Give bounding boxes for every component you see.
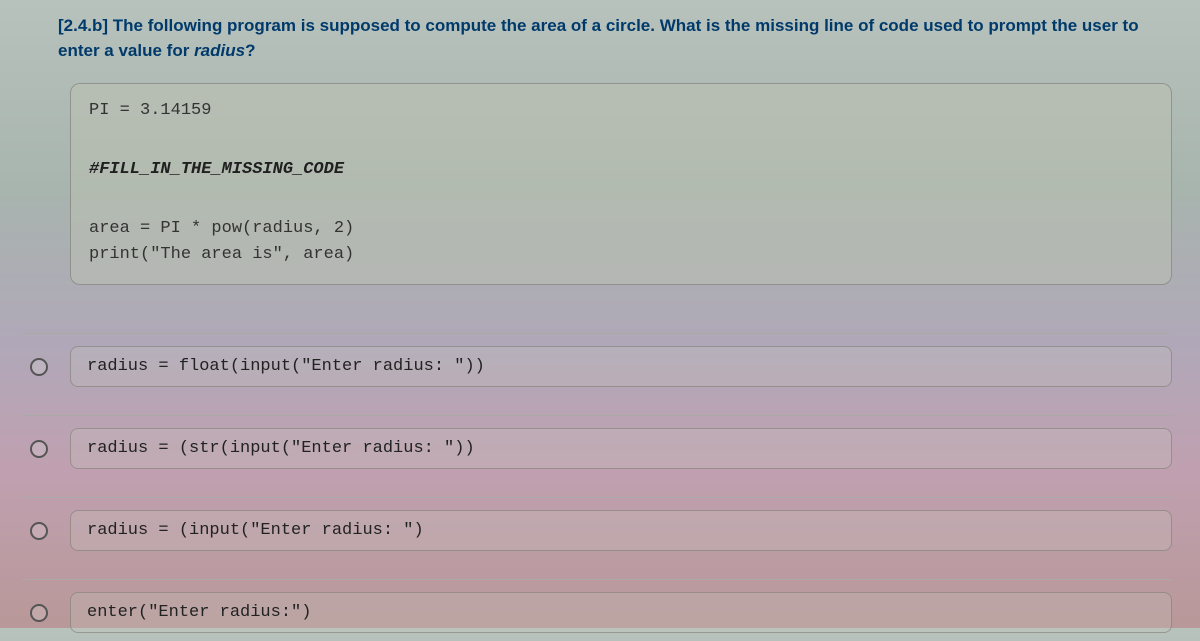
option-text: radius = (input("Enter radius: ") xyxy=(87,521,424,540)
code-line-1: PI = 3.14159 xyxy=(89,98,1153,124)
code-line-4: print("The area is", area) xyxy=(89,242,1153,268)
radio-button[interactable] xyxy=(30,440,48,458)
option-row-2[interactable]: radius = (str(input("Enter radius: ")) xyxy=(22,415,1172,497)
code-block: PI = 3.14159 #FILL_IN_THE_MISSING_CODE a… xyxy=(70,83,1172,285)
option-row-1[interactable]: radius = float(input("Enter radius: ")) xyxy=(22,333,1172,415)
question-prompt: [2.4.b] The following program is suppose… xyxy=(18,10,1182,63)
option-row-3[interactable]: radius = (input("Enter radius: ") xyxy=(22,497,1172,579)
option-text: radius = (str(input("Enter radius: ")) xyxy=(87,439,475,458)
option-text: radius = float(input("Enter radius: ")) xyxy=(87,357,485,376)
question-italic: radius xyxy=(194,41,245,60)
radio-button[interactable] xyxy=(30,522,48,540)
option-code-box: enter("Enter radius:") xyxy=(70,592,1172,633)
radio-button[interactable] xyxy=(30,604,48,622)
option-code-box: radius = (input("Enter radius: ") xyxy=(70,510,1172,551)
code-line-3: area = PI * pow(radius, 2) xyxy=(89,216,1153,242)
option-code-box: radius = (str(input("Enter radius: ")) xyxy=(70,428,1172,469)
code-blank xyxy=(89,125,1153,151)
question-suffix: ? xyxy=(245,41,255,60)
option-row-4[interactable]: enter("Enter radius:") xyxy=(22,579,1172,641)
option-text: enter("Enter radius:") xyxy=(87,603,311,622)
code-comment: #FILL_IN_THE_MISSING_CODE xyxy=(89,157,1153,183)
code-blank2 xyxy=(89,189,1153,215)
radio-button[interactable] xyxy=(30,358,48,376)
option-code-box: radius = float(input("Enter radius: ")) xyxy=(70,346,1172,387)
options-group: radius = float(input("Enter radius: ")) … xyxy=(18,333,1182,641)
